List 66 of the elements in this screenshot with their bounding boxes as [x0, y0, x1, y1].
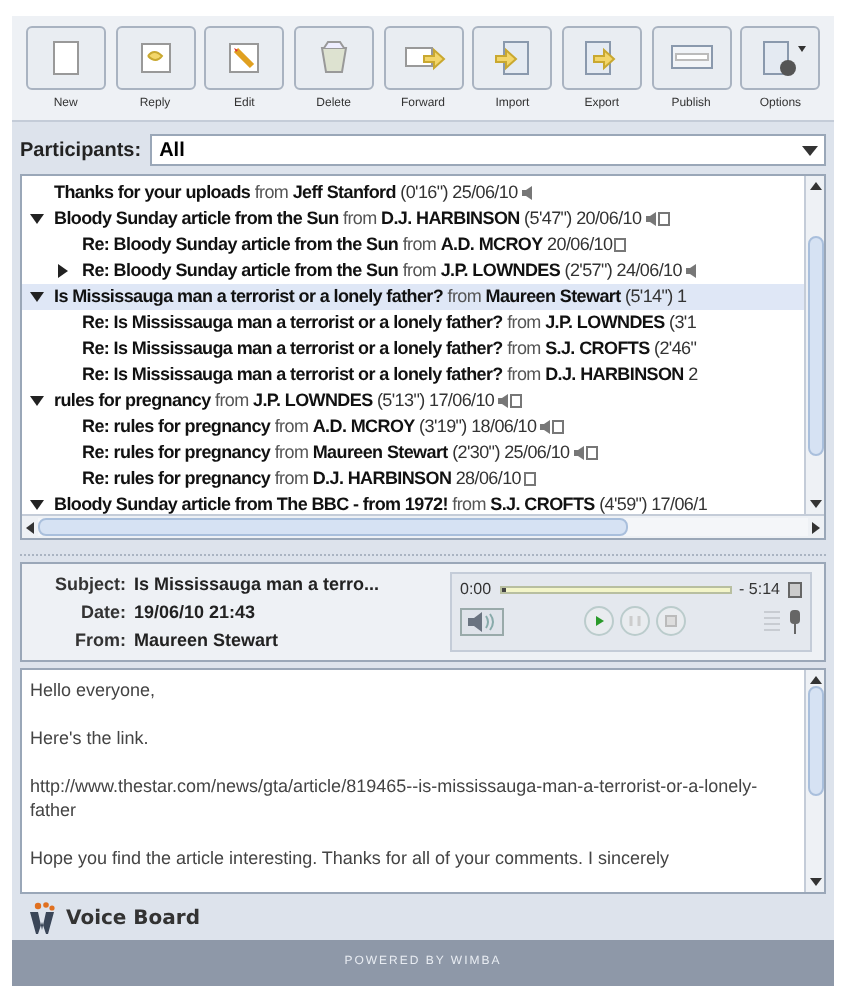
participants-label: Participants: [20, 137, 142, 165]
thread-row[interactable]: Bloody Sunday article from The BBC - from 1972! from S.J. CROFTS (4'59") 17/06/1 [22, 492, 804, 514]
thread-row[interactable]: Re: Bloody Sunday article from the Sun from J.P. LOWNDES (2'57") 24/06/10 [22, 258, 804, 284]
thread-title: Thanks for your uploads from Jeff Stanford (0'16") 25/06/10 [54, 179, 518, 206]
field-value: Is Mississauga man a terro... [134, 572, 380, 598]
scroll-right-icon[interactable] [812, 521, 820, 533]
thread-row[interactable]: Re: rules for pregnancy from A.D. MCROY (3'19") 18/06/10 [22, 414, 804, 440]
field-label: From: [73, 628, 126, 654]
participants-dropdown[interactable]: All [149, 134, 826, 166]
play-icon[interactable] [583, 606, 613, 636]
thread-title: Is Mississauga man a terrorist or a lonely father? from Maureen Stewart (5'14") 1 [54, 283, 687, 310]
thread-row[interactable]: Re: Is Mississauga man a terrorist or a lonely father? from S.J. CROFTS (2'46" [22, 336, 804, 362]
audio-document-icon [571, 444, 598, 462]
field-value: 19/06/10 21:43 [134, 600, 256, 626]
scroll-left-icon[interactable] [26, 521, 34, 533]
collapse-toggle-icon[interactable] [30, 292, 44, 302]
thread-title: Bloody Sunday article from the Sun from D.J. HARBINSON (5'47") 20/06/10 [54, 205, 642, 232]
collapse-toggle-icon[interactable] [30, 396, 44, 406]
message-body: Hello everyone, Here's the link. http://www.thestar.com/news/gta/article/819465--is-mississauga-man-a-terrorist-or-a-lonely-father Hope you find the article interesting. Thanks for all of your comments. I sincerely [28, 678, 760, 872]
thread-title: Re: rules for pregnancy from A.D. MCROY (3'19") 18/06/10 [82, 413, 537, 440]
audio-document-icon [496, 392, 523, 410]
scroll-down-icon[interactable] [809, 878, 821, 886]
dropdown-caret-icon [802, 145, 818, 155]
scroll-down-icon[interactable] [809, 500, 821, 508]
audio-document-icon [643, 210, 670, 228]
audio-document-icon [538, 418, 565, 436]
audio-icon [519, 184, 534, 202]
field-label: Subject: [52, 572, 126, 598]
thread-title: rules for pregnancy from J.P. LOWNDES (5'13") 17/06/10 [54, 387, 495, 414]
thread-row[interactable]: Re: rules for pregnancy from D.J. HARBINSON 28/06/10 [22, 466, 804, 492]
expand-toggle-icon[interactable] [58, 264, 68, 278]
scroll-up-icon[interactable] [809, 182, 821, 190]
brand-name: Voice Board [66, 905, 201, 933]
audio-icon [683, 262, 698, 280]
vertical-scrollbar[interactable] [804, 670, 824, 892]
thread-title: Re: rules for pregnancy from Maureen Stewart (2'30") 25/06/10 [82, 439, 570, 466]
thread-row[interactable]: Re: Is Mississauga man a terrorist or a lonely father? from D.J. HARBINSON 2 [22, 362, 804, 388]
collapse-toggle-icon[interactable] [30, 214, 44, 224]
horizontal-scrollbar[interactable] [22, 514, 824, 538]
thread-title: Re: Is Mississauga man a terrorist or a lonely father? from D.J. HARBINSON 2 [82, 361, 698, 388]
thread-row[interactable]: rules for pregnancy from J.P. LOWNDES (5'13") 17/06/10 [22, 388, 804, 414]
playback-track[interactable] [499, 586, 732, 594]
voice-board-logo-icon [28, 902, 58, 934]
thread-title: Re: Is Mississauga man a terrorist or a lonely father? from J.P. LOWNDES (3'1 [82, 309, 697, 336]
thread-title: Re: Is Mississauga man a terrorist or a lonely father? from S.J. CROFTS (2'46" [82, 335, 697, 362]
thread-title: Re: Bloody Sunday article from the Sun from A.D. MCROY 20/06/10 [82, 231, 613, 258]
remaining-time: - 5:14 [739, 578, 780, 602]
speaker-icon[interactable] [460, 607, 504, 635]
document-icon [614, 236, 627, 254]
document-icon [523, 470, 535, 488]
level-meter-icon [764, 607, 780, 635]
thread-row[interactable]: Re: rules for pregnancy from Maureen Stewart (2'30") 25/06/10 [22, 440, 804, 466]
thread-title: Bloody Sunday article from The BBC - from 1972! from S.J. CROFTS (4'59") 17/06/1 [54, 491, 708, 514]
field-label: Date: [78, 600, 126, 626]
thread-row[interactable]: Is Mississauga man a terrorist or a lonely father? from Maureen Stewart (5'14") 1 [22, 284, 804, 310]
thread-row[interactable]: Re: Is Mississauga man a terrorist or a lonely father? from J.P. LOWNDES (3'1 [22, 310, 804, 336]
thread-title: Re: Bloody Sunday article from the Sun from J.P. LOWNDES (2'57") 24/06/10 [82, 257, 682, 284]
thread-row[interactable]: Bloody Sunday article from the Sun from D.J. HARBINSON (5'47") 20/06/10 [22, 206, 804, 232]
collapse-toggle-icon[interactable] [30, 500, 44, 510]
thread-row[interactable]: Thanks for your uploads from Jeff Stanford (0'16") 25/06/10 [22, 180, 804, 206]
thread-title: Re: rules for pregnancy from D.J. HARBINSON 28/06/10 [82, 465, 521, 492]
field-value: Maureen Stewart [134, 628, 279, 654]
microphone-icon[interactable] [788, 609, 802, 633]
thread-row[interactable]: Re: Bloody Sunday article from the Sun from A.D. MCROY 20/06/10 [22, 232, 804, 258]
elapsed-time: 0:00 [460, 578, 492, 602]
vertical-scrollbar[interactable] [804, 176, 824, 514]
